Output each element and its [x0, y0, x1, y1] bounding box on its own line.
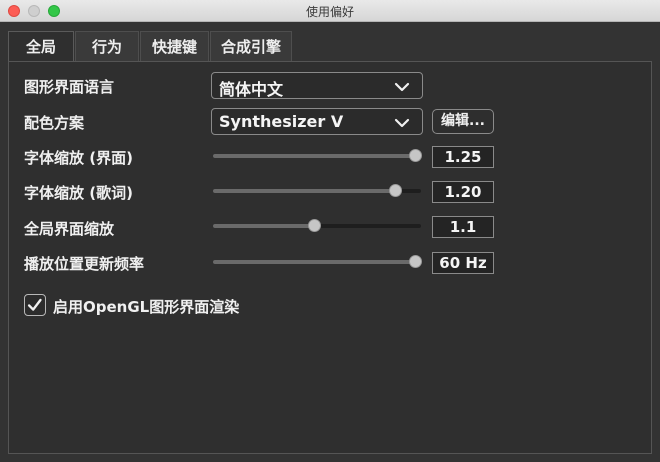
playback-refresh-slider[interactable] — [213, 255, 422, 269]
slider-handle[interactable] — [308, 219, 321, 232]
slider-fill — [213, 189, 395, 193]
slider-handle[interactable] — [409, 255, 422, 268]
global-scale-slider[interactable] — [213, 219, 421, 233]
playback-refresh-label: 播放位置更新频率 — [24, 255, 145, 273]
global-scale-value[interactable]: 1.1 — [432, 216, 494, 238]
checkmark-icon — [27, 298, 42, 311]
tab-shortcuts[interactable]: 快捷键 — [140, 31, 209, 62]
opengl-label: 启用OpenGL图形界面渲染 — [53, 298, 240, 316]
slider-fill — [213, 260, 415, 264]
tab-behavior[interactable]: 行为 — [75, 31, 139, 62]
font-scale-ui-slider[interactable] — [213, 149, 422, 163]
slider-fill — [213, 154, 415, 158]
preferences-window: 使用偏好 全局 行为 快捷键 合成引擎 图形界面语言 简体中文 配色方案 Syn… — [0, 0, 660, 462]
chevron-down-icon — [394, 82, 410, 92]
tab-synthesis-engine[interactable]: 合成引擎 — [210, 31, 292, 62]
slider-fill — [213, 224, 314, 228]
slider-handle[interactable] — [389, 184, 402, 197]
font-scale-lyrics-slider[interactable] — [213, 184, 421, 198]
window-title: 使用偏好 — [305, 5, 354, 19]
edit-color-scheme-button[interactable]: 编辑... — [432, 109, 494, 134]
color-scheme-value: Synthesizer V — [219, 112, 344, 131]
color-scheme-label: 配色方案 — [24, 114, 85, 132]
playback-refresh-value[interactable]: 60 Hz — [432, 252, 494, 274]
tab-global[interactable]: 全局 — [8, 31, 74, 62]
opengl-checkbox[interactable] — [24, 294, 46, 316]
slider-handle[interactable] — [409, 149, 422, 162]
language-label: 图形界面语言 — [24, 78, 115, 96]
color-scheme-combo[interactable]: Synthesizer V — [211, 108, 423, 135]
chevron-down-icon — [394, 118, 410, 128]
title-bar: 使用偏好 — [0, 0, 660, 22]
font-scale-ui-value[interactable]: 1.25 — [432, 146, 494, 168]
language-value: 简体中文 — [219, 80, 284, 99]
font-scale-ui-label: 字体缩放 (界面) — [24, 149, 133, 167]
font-scale-lyrics-label: 字体缩放 (歌词) — [24, 184, 133, 202]
font-scale-lyrics-value[interactable]: 1.20 — [432, 181, 494, 203]
global-scale-label: 全局界面缩放 — [24, 220, 115, 238]
language-combo[interactable]: 简体中文 — [211, 72, 423, 99]
